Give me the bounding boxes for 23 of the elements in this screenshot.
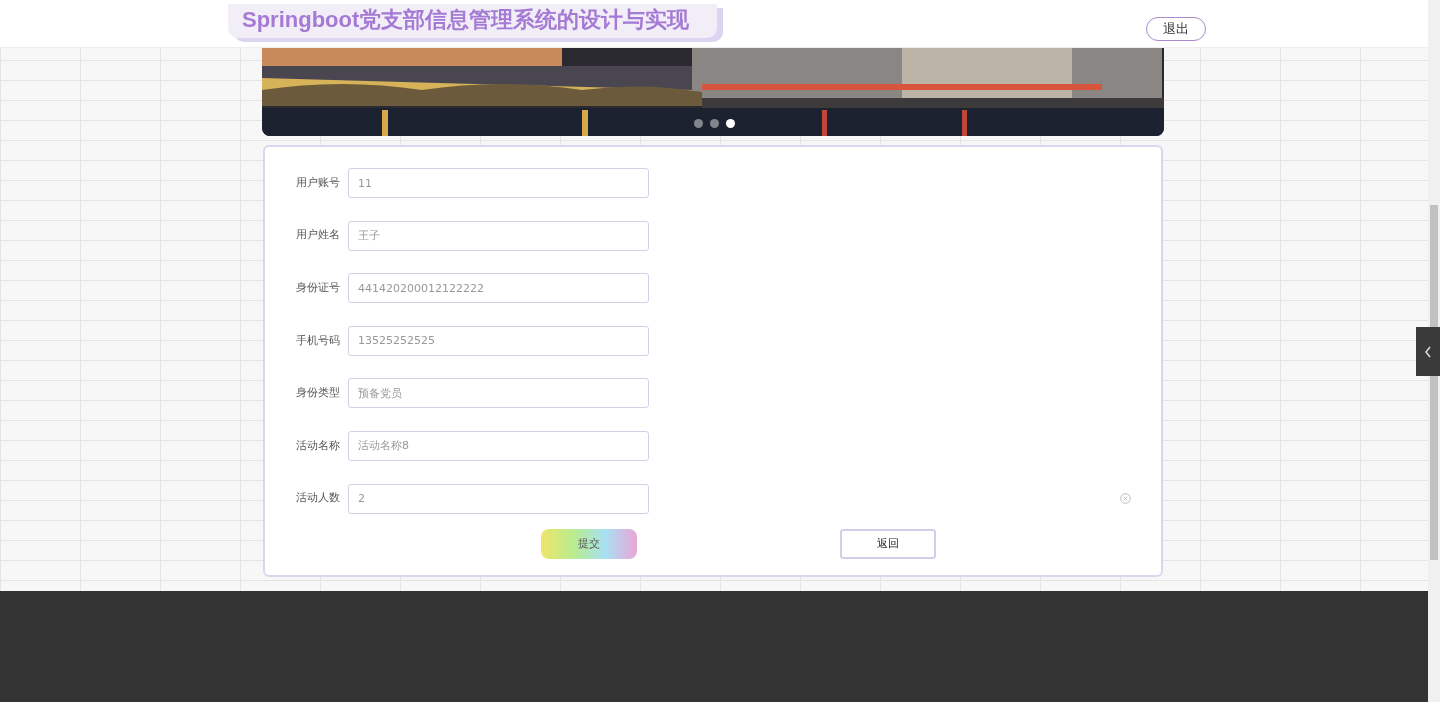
chevron-left-icon [1424,345,1432,358]
side-toggle-button[interactable] [1416,327,1440,376]
input-field[interactable]: 13525252525 [348,325,649,356]
input-field[interactable]: 11 [348,168,649,198]
field-label: 身份证号 [295,279,340,296]
carousel-dot[interactable] [726,119,735,128]
scrollbar[interactable] [1428,0,1440,702]
submit-button[interactable]: 提交 [541,529,637,560]
input-field[interactable]: 活动名称8 [348,430,649,461]
field-label: 用户账号 [295,174,340,191]
carousel-dot[interactable] [694,119,703,128]
input-field[interactable]: 王子 [348,220,649,251]
field-label: 活动名称 [295,437,340,454]
input-field[interactable]: 2 [348,483,649,514]
field-label: 手机号码 [295,332,340,349]
input-field[interactable]: 441420200012122222 [348,273,649,304]
carousel-dot[interactable] [710,119,719,128]
field-label: 身份类型 [295,385,340,402]
input-field[interactable]: 预备党员 [348,378,649,409]
logout-button[interactable]: 退出 [1146,17,1206,41]
back-button[interactable]: 返回 [840,529,936,560]
field-label: 用户姓名 [295,227,340,244]
field-label: 活动人数 [295,490,340,507]
